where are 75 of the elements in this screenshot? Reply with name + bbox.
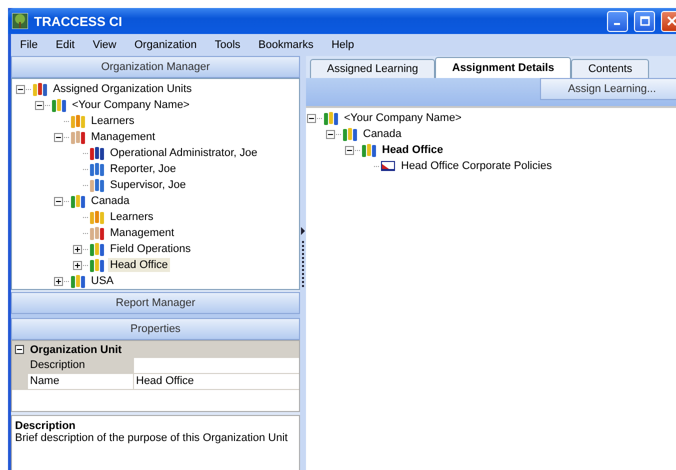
expander-icon[interactable] xyxy=(54,196,63,206)
course-icon xyxy=(380,158,396,174)
expander-icon[interactable] xyxy=(73,244,82,254)
expander-icon[interactable] xyxy=(326,130,335,138)
window-title: TRACCESS CI xyxy=(34,14,122,28)
tree-item[interactable]: Canada xyxy=(89,194,132,208)
tree-item[interactable]: <Your Company Name> xyxy=(342,111,464,125)
expander-icon[interactable] xyxy=(15,345,24,354)
tree-item[interactable]: Field Operations xyxy=(108,242,193,256)
menu-item[interactable]: File xyxy=(11,39,47,51)
tab[interactable]: Contents xyxy=(571,59,650,78)
assign-learning-button[interactable]: Assign Learning... xyxy=(540,78,676,100)
panel-header[interactable]: Properties xyxy=(11,318,300,340)
panel-header[interactable]: Report Manager xyxy=(11,292,300,314)
people-icon xyxy=(89,177,105,193)
expander-icon[interactable] xyxy=(73,260,82,270)
close-button[interactable] xyxy=(661,10,676,32)
close-icon xyxy=(666,16,676,26)
splitter-grip[interactable] xyxy=(301,227,305,287)
tree-item[interactable]: Management xyxy=(108,226,176,240)
description-text: Brief description of the purpose of this Organization Unit xyxy=(15,432,289,444)
tree-item[interactable]: Assigned Organization Units xyxy=(51,82,194,96)
people-icon xyxy=(89,241,105,257)
minimize-button[interactable] xyxy=(607,10,628,32)
property-value[interactable]: Head Office xyxy=(134,374,299,390)
tab[interactable]: Assignment Details xyxy=(435,57,572,78)
maximize-button[interactable] xyxy=(634,10,655,32)
people-icon xyxy=(89,225,105,241)
people-icon xyxy=(89,161,105,177)
category-label: Organization Unit xyxy=(30,344,122,356)
tree-item[interactable]: USA xyxy=(89,274,116,288)
people-icon xyxy=(342,126,358,142)
menu-item[interactable]: Help xyxy=(322,39,364,51)
expander-icon[interactable] xyxy=(35,100,44,110)
menu-item[interactable]: Bookmarks xyxy=(249,39,322,51)
people-icon xyxy=(323,110,339,126)
menu-item[interactable]: Tools xyxy=(206,39,250,51)
menu-item[interactable]: View xyxy=(84,39,126,51)
people-icon xyxy=(32,81,48,97)
people-icon xyxy=(89,145,105,161)
people-icon xyxy=(361,142,377,158)
tree-item[interactable]: Reporter, Joe xyxy=(108,162,178,176)
panel-header[interactable]: Organization Manager xyxy=(11,56,300,78)
people-icon xyxy=(70,273,86,289)
tree-item[interactable]: <Your Company Name> xyxy=(70,98,192,112)
tree-item[interactable]: Canada xyxy=(361,127,404,141)
people-icon xyxy=(70,193,86,209)
tree-item[interactable]: Head Office Corporate Policies xyxy=(399,159,554,173)
tree-item[interactable]: Operational Administrator, Joe xyxy=(108,146,260,160)
expander-icon[interactable] xyxy=(345,146,354,154)
people-icon xyxy=(51,97,67,113)
minimize-icon xyxy=(614,23,620,25)
expander-icon[interactable] xyxy=(54,132,63,142)
splitter-grip[interactable] xyxy=(11,314,300,318)
tree-item[interactable]: Supervisor, Joe xyxy=(108,178,188,192)
tree-item[interactable]: Learners xyxy=(108,210,156,224)
tab[interactable]: Assigned Learning xyxy=(310,59,436,78)
expander-icon[interactable] xyxy=(307,114,316,122)
people-icon xyxy=(89,257,105,273)
property-name[interactable]: Name xyxy=(28,374,134,390)
menu-item[interactable]: Edit xyxy=(46,39,84,51)
description-title: Description xyxy=(15,420,77,432)
expander-icon[interactable] xyxy=(16,84,25,94)
tree-item[interactable]: Management xyxy=(89,130,158,144)
people-icon xyxy=(70,113,86,129)
property-name[interactable]: Description xyxy=(28,358,134,374)
expander-icon[interactable] xyxy=(54,276,63,286)
tree-item[interactable]: Learners xyxy=(89,114,136,128)
tree-item[interactable]: Head Office xyxy=(380,143,446,157)
menu-item[interactable]: Organization xyxy=(125,39,206,51)
maximize-icon xyxy=(640,16,650,26)
people-icon xyxy=(70,129,86,145)
tree-logo-icon xyxy=(12,13,28,29)
tree-item[interactable]: Head Office xyxy=(108,258,170,272)
people-icon xyxy=(89,209,105,225)
